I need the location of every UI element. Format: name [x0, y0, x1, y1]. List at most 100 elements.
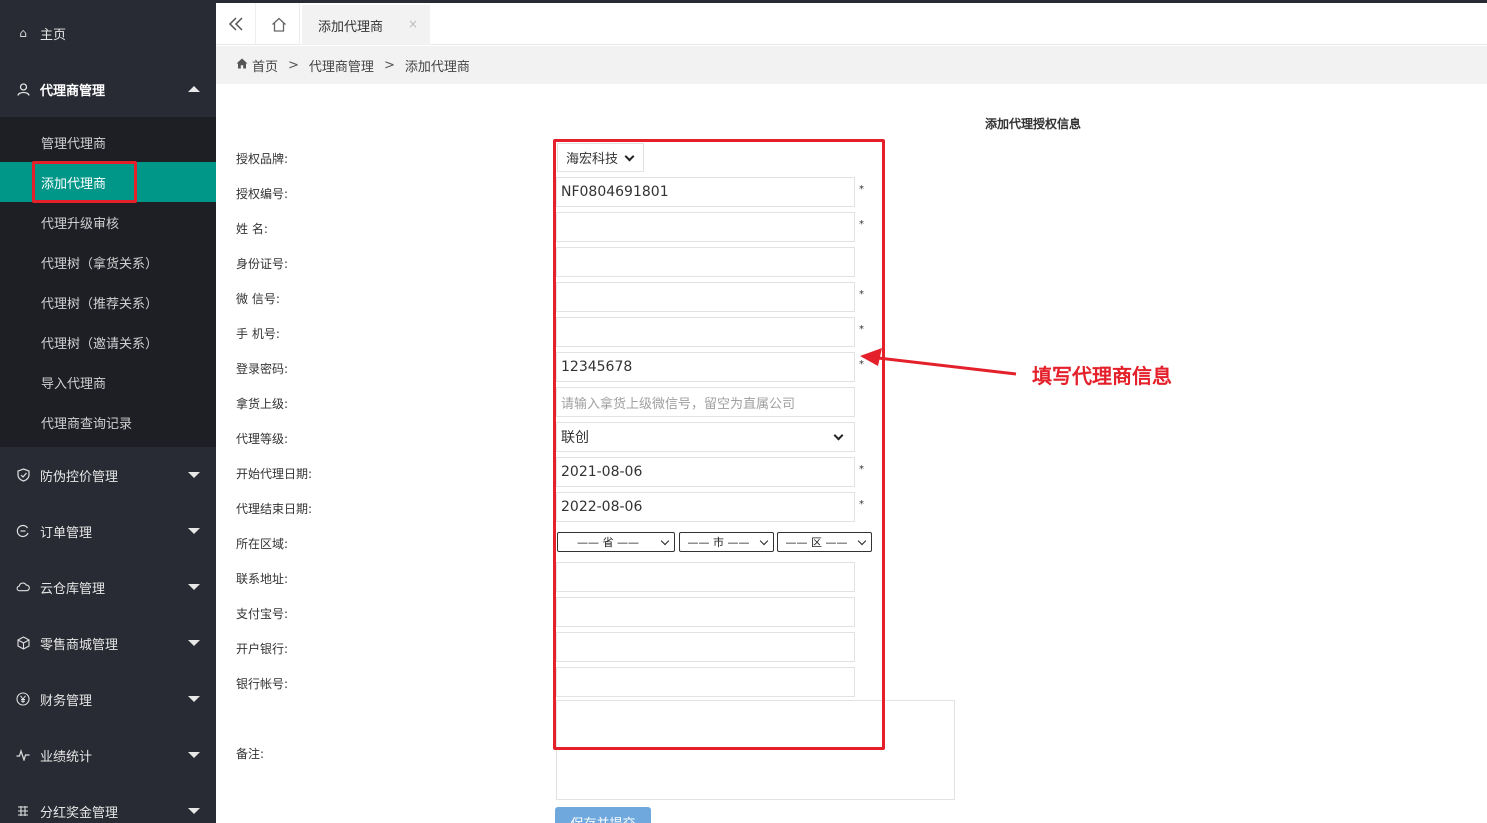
double-chevron-left-icon [228, 17, 243, 31]
name-input[interactable] [556, 212, 855, 242]
required-mark: * [859, 499, 864, 510]
nav-orders[interactable]: 订单管理 [0, 503, 216, 559]
label-phone: 手 机号: [236, 327, 280, 341]
label-address: 联系地址: [236, 572, 289, 586]
nav-finance[interactable]: 财务管理 [0, 671, 216, 727]
submit-button[interactable]: 保存并提交 [555, 807, 651, 823]
sub-item-tree-invite[interactable]: 代理树（邀请关系） [0, 322, 216, 362]
caret-down-icon [188, 472, 200, 478]
breadcrumb-separator: > [383, 57, 395, 73]
nav-performance[interactable]: 业绩统计 [0, 727, 216, 783]
province-select[interactable]: —— 省 —— [557, 532, 675, 552]
district-select[interactable]: —— 区 —— [777, 532, 872, 552]
yen-icon [16, 692, 30, 706]
form-title: 添加代理授权信息 [985, 117, 1082, 131]
tab-add-agent-label: 添加代理商 [318, 19, 384, 35]
sub-item-tree-referral[interactable]: 代理树（推荐关系） [0, 282, 216, 322]
cloud-icon [16, 580, 30, 594]
breadcrumb: 首页 > 代理商管理 > 添加代理商 [216, 46, 1487, 84]
breadcrumb-separator: > [288, 57, 299, 73]
caret-down-icon [188, 528, 200, 534]
sub-item-import-agents[interactable]: 导入代理商 [0, 362, 216, 402]
label-name: 姓 名: [236, 222, 268, 236]
nav-performance-label: 业绩统计 [40, 749, 93, 765]
bank-account-input[interactable] [556, 667, 855, 697]
district-select-value: —— 区 —— [785, 536, 848, 549]
home-icon: ⌂ [19, 26, 27, 40]
level-select[interactable]: 联创 [556, 422, 855, 452]
alipay-input[interactable] [556, 597, 855, 627]
tab-add-agent[interactable]: 添加代理商 × [302, 5, 430, 45]
level-select-value: 联创 [561, 430, 589, 446]
order-icon [16, 524, 30, 538]
chevron-down-icon [660, 536, 670, 546]
collapse-button[interactable] [216, 3, 256, 45]
label-alipay: 支付宝号: [236, 607, 289, 621]
label-auth-no: 授权编号: [236, 187, 289, 201]
label-password: 登录密码: [236, 362, 289, 376]
caret-down-icon [188, 808, 200, 814]
sub-item-add-agent[interactable]: 添加代理商 [0, 162, 216, 202]
nav-cloud-warehouse[interactable]: 云仓库管理 [0, 559, 216, 615]
sub-item-tree-purchase[interactable]: 代理树（拿货关系） [0, 242, 216, 282]
breadcrumb-home[interactable]: 首页 [252, 56, 278, 75]
box-icon [16, 636, 30, 650]
nav-home-label: 主页 [40, 27, 67, 43]
chevron-down-icon [833, 430, 844, 441]
start-date-input[interactable]: 2021-08-06 [556, 457, 855, 487]
required-mark: * [859, 464, 864, 475]
remark-textarea[interactable] [556, 700, 955, 800]
nav-orders-label: 订单管理 [40, 525, 93, 541]
address-input[interactable] [556, 562, 855, 592]
end-date-input[interactable]: 2022-08-06 [556, 492, 855, 522]
label-region: 所在区域: [236, 537, 289, 551]
nav-agent-management[interactable]: 代理商管理 [0, 61, 216, 117]
caret-up-icon [188, 86, 200, 92]
home-icon [271, 17, 286, 32]
sub-item-manage-agents[interactable]: 管理代理商 [0, 122, 216, 162]
auth-no-input[interactable]: NF0804691801 [556, 177, 855, 207]
required-mark: * [859, 324, 864, 335]
nav-dividend[interactable]: 分红奖金管理 [0, 783, 216, 823]
city-select-value: —— 市 —— [687, 536, 750, 549]
user-icon [16, 82, 30, 96]
grid-icon [16, 804, 30, 818]
brand-select-value: 海宏科技 [566, 152, 619, 167]
label-brand: 授权品牌: [236, 152, 289, 166]
caret-down-icon [188, 640, 200, 646]
phone-input[interactable] [556, 317, 855, 347]
sub-item-query-log[interactable]: 代理商查询记录 [0, 402, 216, 442]
nav-finance-label: 财务管理 [40, 693, 93, 709]
label-end-date: 代理结束日期: [236, 502, 313, 516]
nav-anti-counterfeit-label: 防伪控价管理 [40, 469, 119, 485]
shield-icon [16, 468, 30, 482]
sub-item-upgrade-review[interactable]: 代理升级审核 [0, 202, 216, 242]
city-select[interactable]: —— 市 —— [679, 532, 774, 552]
pulse-icon [16, 748, 30, 762]
caret-down-icon [188, 752, 200, 758]
nav-home[interactable]: ⌂ 主页 [0, 5, 216, 61]
id-card-input[interactable] [556, 247, 855, 277]
caret-down-icon [188, 584, 200, 590]
required-mark: * [859, 289, 864, 300]
sidebar: ⌂ 主页 代理商管理 管理代理商 添加代理商 代理升级审核 代理树（拿货关系） … [0, 0, 216, 823]
nav-retail-mall[interactable]: 零售商城管理 [0, 615, 216, 671]
bank-input[interactable] [556, 632, 855, 662]
upline-input[interactable]: 请输入拿货上级微信号，留空为直属公司 [556, 387, 855, 417]
breadcrumb-agent-management[interactable]: 代理商管理 [309, 56, 374, 75]
brand-select[interactable]: 海宏科技 [557, 143, 644, 172]
nav-cloud-warehouse-label: 云仓库管理 [40, 581, 106, 597]
wechat-input[interactable] [556, 282, 855, 312]
nav-agent-management-label: 代理商管理 [40, 83, 106, 99]
label-bank: 开户银行: [236, 642, 289, 656]
password-input[interactable]: 12345678 [556, 352, 855, 382]
nav-anti-counterfeit[interactable]: 防伪控价管理 [0, 447, 216, 503]
close-icon[interactable]: × [408, 17, 418, 31]
label-remark: 备注: [236, 747, 265, 761]
breadcrumb-add-agent: 添加代理商 [404, 59, 470, 75]
home-tab-button[interactable] [258, 3, 300, 45]
agent-submenu: 管理代理商 添加代理商 代理升级审核 代理树（拿货关系） 代理树（推荐关系） 代… [0, 117, 216, 447]
label-upline: 拿货上级: [236, 397, 289, 411]
province-select-value: —— 省 —— [577, 536, 639, 549]
required-mark: * [859, 184, 864, 195]
